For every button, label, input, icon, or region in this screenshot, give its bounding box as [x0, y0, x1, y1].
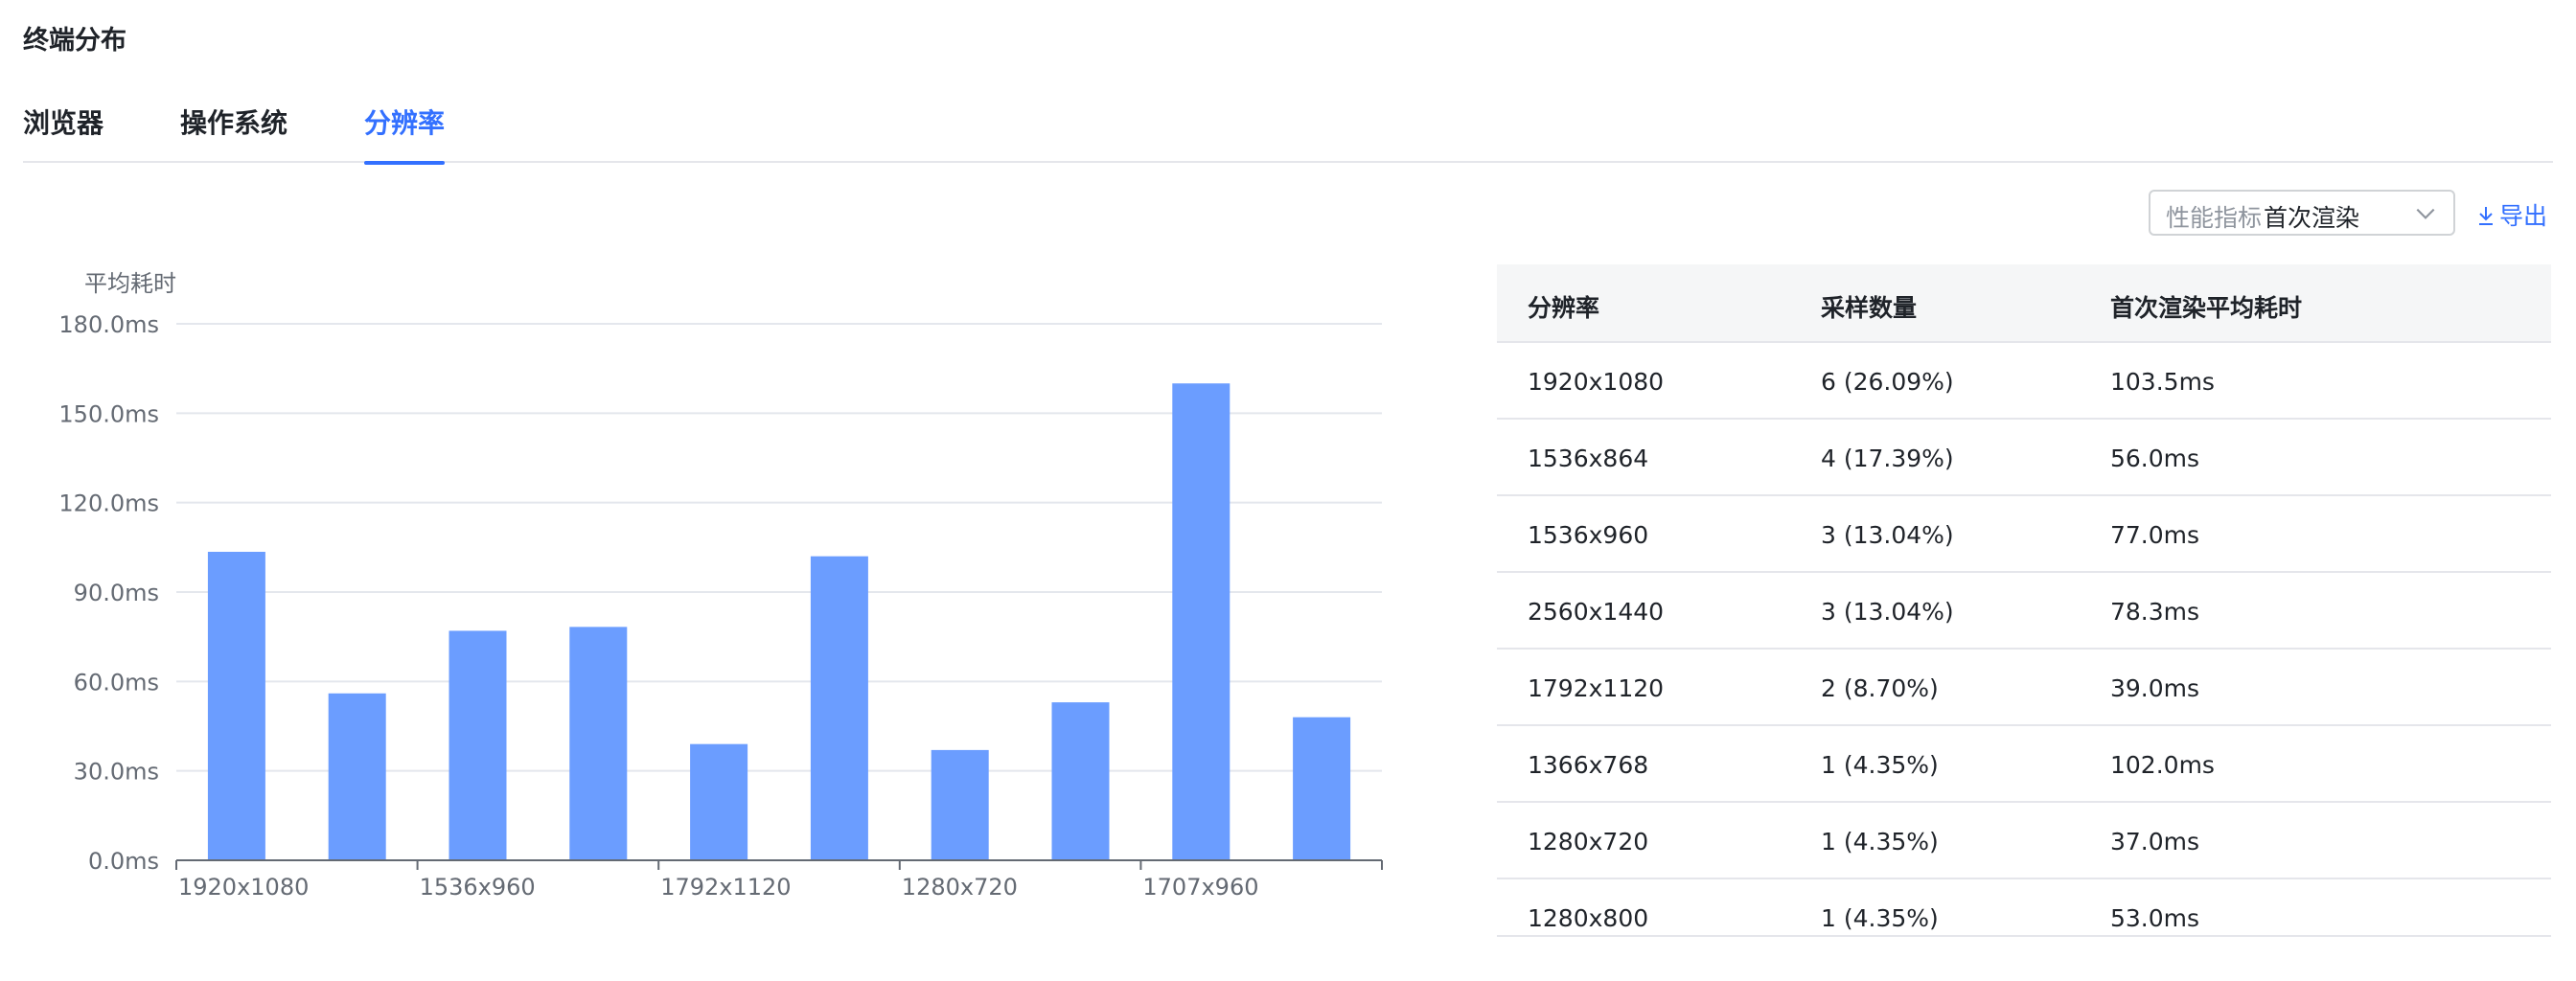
cell-sample-count: 2 (8.70%) — [1821, 674, 1939, 702]
cell-avg-time: 102.0ms — [2110, 751, 2215, 779]
cell-avg-time: 56.0ms — [2110, 445, 2200, 472]
x-tick-label: 1280x720 — [902, 874, 1018, 901]
bar-1366x768[interactable] — [810, 556, 868, 860]
cell-sample-count: 6 (26.09%) — [1821, 368, 1954, 396]
table-row: 2560x1440 3 (13.04%) 78.3ms — [1497, 573, 2551, 650]
cell-resolution: 1792x1120 — [1528, 674, 1665, 702]
resolution-table: 分辨率 采样数量 首次渲染平均耗时 1920x1080 6 (26.09%) 1… — [1497, 264, 2551, 937]
cell-sample-count: 3 (13.04%) — [1821, 521, 1954, 549]
cell-resolution: 1920x1080 — [1528, 368, 1665, 396]
bar-1707x960[interactable] — [1172, 383, 1230, 860]
x-tick-label: 1792x1120 — [660, 874, 791, 901]
bar-1440x900[interactable] — [1293, 717, 1351, 860]
cell-avg-time: 78.3ms — [2110, 598, 2200, 626]
table-header: 分辨率 采样数量 首次渲染平均耗时 — [1497, 264, 2551, 343]
export-label: 导出 — [2499, 202, 2548, 230]
bar-1280x720[interactable] — [931, 749, 989, 860]
cell-resolution: 1536x960 — [1528, 521, 1649, 549]
bar-1792x1120[interactable] — [690, 743, 748, 860]
y-tick-label: 0.0ms — [88, 848, 159, 875]
cell-avg-time: 103.5ms — [2110, 368, 2215, 396]
cell-resolution: 1280x800 — [1528, 904, 1649, 932]
table-row: 1280x800 1 (4.35%) 53.0ms — [1497, 879, 2551, 935]
table-row: 1280x720 1 (4.35%) 37.0ms — [1497, 803, 2551, 879]
page-title: 终端分布 — [23, 26, 126, 56]
tab-resolution[interactable]: 分辨率 — [364, 103, 446, 165]
metric-select-value: 首次渲染 — [2264, 204, 2360, 232]
bar-1536x864[interactable] — [328, 693, 386, 860]
header-sample-count: 采样数量 — [1821, 294, 1918, 322]
x-tick-label: 1536x960 — [420, 874, 536, 901]
table-row: 1792x1120 2 (8.70%) 39.0ms — [1497, 650, 2551, 726]
cell-resolution: 1366x768 — [1528, 751, 1649, 779]
cell-sample-count: 4 (17.39%) — [1821, 445, 1954, 472]
chevron-down-icon — [2416, 208, 2435, 219]
metric-select-label: 性能指标 — [2166, 204, 2263, 232]
y-tick-label: 120.0ms — [58, 490, 159, 517]
cell-sample-count: 1 (4.35%) — [1821, 904, 1939, 932]
y-tick-label: 90.0ms — [74, 580, 159, 606]
cell-resolution: 2560x1440 — [1528, 598, 1665, 626]
tab-os[interactable]: 操作系统 — [180, 103, 288, 163]
table-row: 1366x768 1 (4.35%) 102.0ms — [1497, 726, 2551, 803]
y-tick-label: 180.0ms — [58, 311, 159, 338]
tab-browser[interactable]: 浏览器 — [23, 103, 104, 163]
bar-1280x800[interactable] — [1051, 702, 1110, 860]
header-resolution: 分辨率 — [1528, 294, 1600, 322]
export-button[interactable]: 导出 — [2476, 197, 2547, 232]
cell-resolution: 1280x720 — [1528, 828, 1649, 856]
header-avg-render-time: 首次渲染平均耗时 — [2110, 294, 2303, 322]
cell-resolution: 1536x864 — [1528, 445, 1649, 472]
cell-sample-count: 1 (4.35%) — [1821, 828, 1939, 856]
cell-avg-time: 39.0ms — [2110, 674, 2200, 702]
bar-1920x1080[interactable] — [207, 552, 265, 860]
cell-avg-time: 37.0ms — [2110, 828, 2200, 856]
bar-chart: 平均耗时 0.0ms 30.0ms 60.0ms 90.0ms 120.0ms 150.0… — [58, 270, 1383, 901]
y-tick-label: 150.0ms — [58, 400, 159, 427]
cell-sample-count: 3 (13.04%) — [1821, 598, 1954, 626]
table-row: 1536x864 4 (17.39%) 56.0ms — [1497, 420, 2551, 496]
y-tick-label: 30.0ms — [74, 759, 159, 786]
y-axis-label: 平均耗时 — [84, 270, 176, 297]
bar-1536x960[interactable] — [448, 630, 507, 860]
cell-avg-time: 53.0ms — [2110, 904, 2200, 932]
table-row: 1920x1080 6 (26.09%) 103.5ms — [1497, 343, 2551, 420]
download-icon — [2479, 207, 2493, 225]
table-row: 1536x960 3 (13.04%) 77.0ms — [1497, 496, 2551, 573]
y-tick-label: 60.0ms — [74, 669, 159, 696]
cell-sample-count: 1 (4.35%) — [1821, 751, 1939, 779]
metric-select[interactable]: 性能指标 首次渲染 — [2149, 190, 2455, 236]
x-tick-label: 1920x1080 — [178, 874, 309, 901]
tab-bar: 浏览器 操作系统 分辨率 — [23, 103, 2553, 165]
x-tick-label: 1707x960 — [1142, 874, 1258, 901]
cell-avg-time: 77.0ms — [2110, 521, 2200, 549]
bar-2560x1440[interactable] — [569, 627, 628, 860]
